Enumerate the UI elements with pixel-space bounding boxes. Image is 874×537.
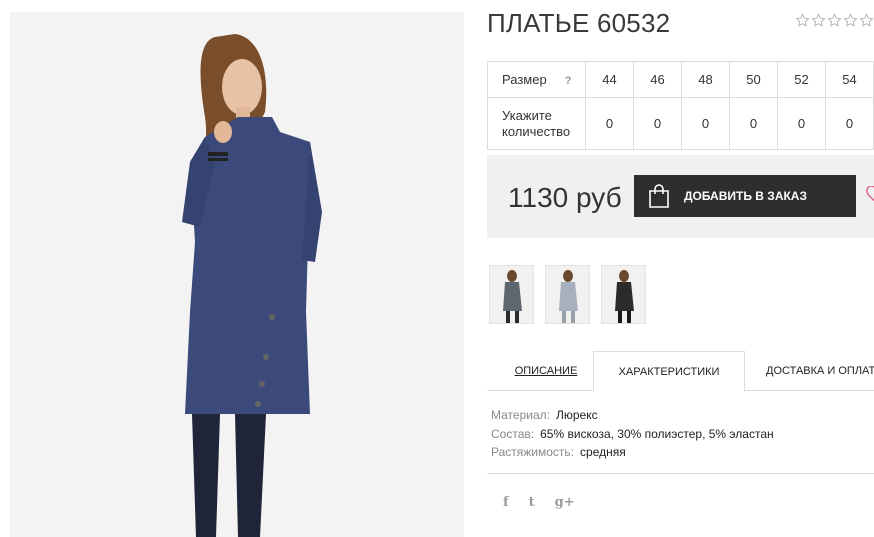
thumbnail-grey-dress[interactable]: [489, 265, 534, 324]
divider: [487, 473, 874, 474]
tab-delivery-payment[interactable]: ДОСТАВКА И ОПЛАТА: [766, 351, 874, 391]
size-quantity-table: Размер? 44 46 48 50 52 54 Укажите количе…: [487, 61, 874, 150]
twitter-icon[interactable]: t: [529, 495, 535, 510]
size-row: Размер? 44 46 48 50 52 54: [487, 61, 874, 98]
size-cell: 52: [777, 61, 826, 98]
size-cell: 54: [825, 61, 874, 98]
product-page: ПЛАТЬЕ 60532 Размер? 44 46 48 50 52 54 У…: [0, 0, 874, 537]
tab-characteristics[interactable]: ХАРАКТЕРИСТИКИ: [593, 351, 745, 392]
quantity-input[interactable]: 0: [825, 97, 874, 150]
quantity-input[interactable]: 0: [777, 97, 826, 150]
star-icon[interactable]: [795, 13, 810, 28]
characteristic-key: Материал:: [491, 408, 550, 422]
shopping-bag-icon: [649, 184, 669, 208]
size-cell: 44: [585, 61, 634, 98]
star-icon[interactable]: [827, 13, 842, 28]
characteristic-row: Растяжимость: средняя: [491, 443, 774, 462]
star-icon[interactable]: [843, 13, 858, 28]
thumbnail-black-dress[interactable]: [601, 265, 646, 324]
size-cell: 48: [681, 61, 730, 98]
characteristic-row: Состав: 65% вискоза, 30% полиэстер, 5% эл…: [491, 425, 774, 444]
quantity-input[interactable]: 0: [633, 97, 682, 150]
product-title: ПЛАТЬЕ 60532: [487, 8, 671, 38]
quantity-label: Укажите количество: [487, 97, 586, 150]
add-to-order-label: ДОБАВИТЬ В ЗАКАЗ: [684, 189, 807, 203]
size-help-icon[interactable]: ?: [565, 75, 572, 87]
thumbnail-gallery: [489, 265, 646, 324]
social-share: f t g+: [503, 495, 575, 510]
price-box: 1130 руб ДОБАВИТЬ В ЗАКАЗ: [487, 155, 874, 238]
tab-description[interactable]: ОПИСАНИЕ: [497, 351, 595, 391]
characteristic-key: Растяжимость:: [491, 445, 575, 459]
heart-icon[interactable]: [866, 186, 874, 204]
characteristic-key: Состав:: [491, 426, 535, 441]
quantity-input[interactable]: 0: [681, 97, 730, 150]
facebook-icon[interactable]: f: [503, 495, 509, 510]
product-main-image[interactable]: [10, 12, 464, 537]
add-to-order-button[interactable]: ДОБАВИТЬ В ЗАКАЗ: [634, 175, 856, 217]
star-icon[interactable]: [811, 13, 826, 28]
quantity-row: Укажите количество 0 0 0 0 0 0: [487, 97, 874, 150]
quantity-input[interactable]: 0: [729, 97, 778, 150]
characteristic-value: средняя: [580, 445, 626, 459]
characteristics-list: Материал: Люрекс Состав: 65% вискоза, 30% …: [491, 406, 774, 462]
quantity-input[interactable]: 0: [585, 97, 634, 150]
product-tabs: ОПИСАНИЕ ХАРАКТЕРИСТИКИ ДОСТАВКА И ОПЛАТ…: [487, 351, 874, 392]
google-plus-icon[interactable]: g+: [555, 495, 575, 510]
price: 1130 руб: [508, 182, 622, 213]
thumbnail-light-dress[interactable]: [545, 265, 590, 324]
size-cell: 46: [633, 61, 682, 98]
model-in-dress-illustration: [10, 12, 464, 537]
rating-stars[interactable]: [795, 13, 874, 28]
size-label: Размер: [502, 72, 547, 87]
star-icon[interactable]: [859, 13, 874, 28]
characteristic-value: 65% вискоза, 30% полиэстер, 5% эластан: [540, 426, 774, 441]
size-cell: 50: [729, 61, 778, 98]
characteristic-row: Материал: Люрекс: [491, 406, 774, 425]
size-label-cell: Размер?: [487, 61, 586, 98]
characteristic-value: Люрекс: [555, 408, 598, 422]
